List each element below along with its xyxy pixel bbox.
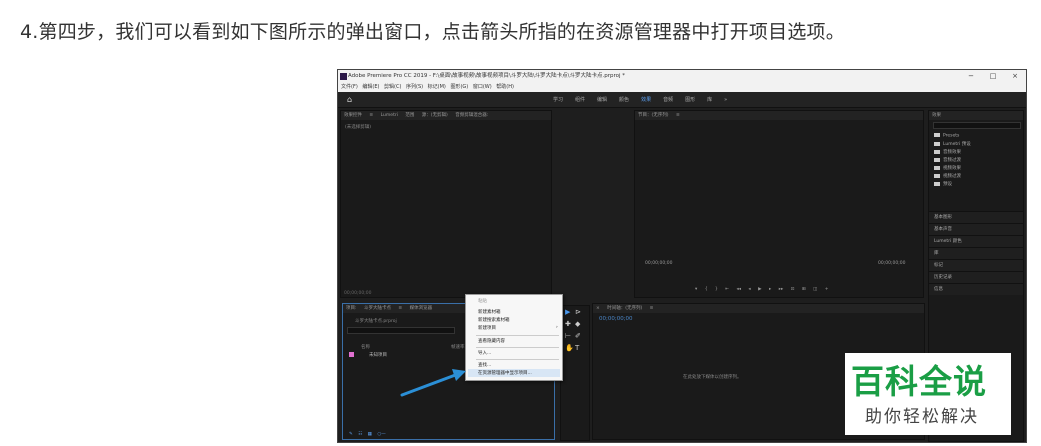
watermark-title: 百科全说 — [851, 362, 987, 401]
step-instruction: 4.第四步，我们可以看到如下图所示的弹出窗口，点击箭头所指的在资源管理器中打开项… — [20, 21, 845, 43]
watermark: 百科全说 助你轻松解决 — [845, 353, 1011, 435]
watermark-subtitle: 助你轻松解决 — [865, 407, 979, 427]
premiere-screenshot: Adobe Premiere Pro CC 2019 - F:\桌面\故事视频\… — [337, 69, 1027, 443]
